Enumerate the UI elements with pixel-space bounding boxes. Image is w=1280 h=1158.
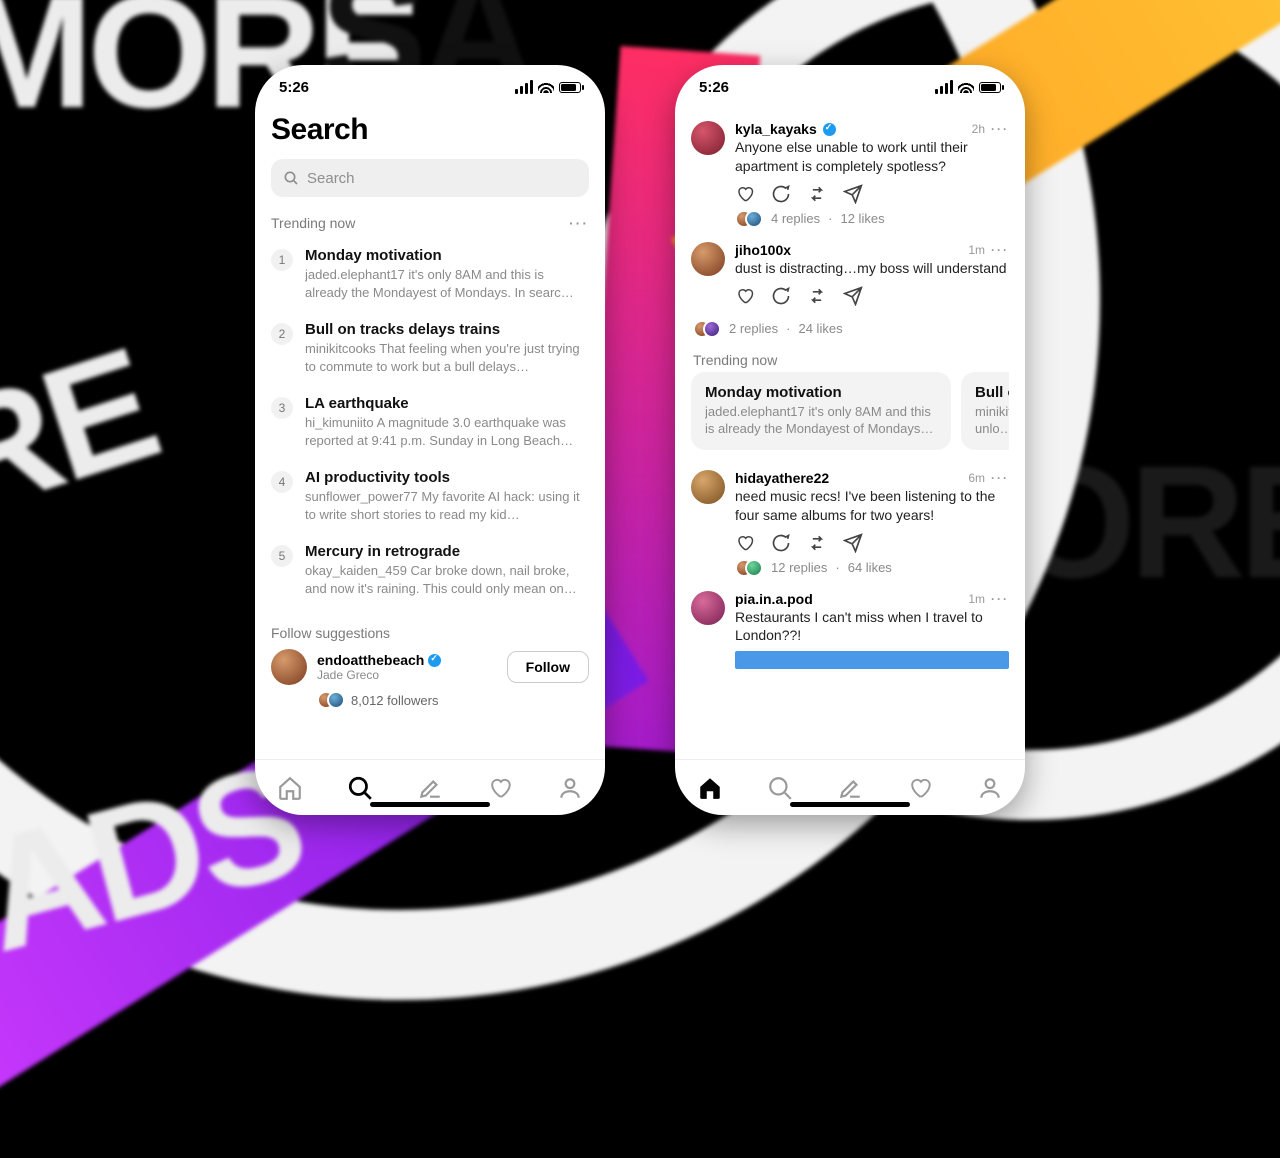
trend-item[interactable]: 2 Bull on tracks delays trains minikitco…: [271, 311, 589, 385]
cellular-icon: [935, 80, 953, 94]
post-username[interactable]: jiho100x: [735, 242, 791, 258]
wifi-icon: [958, 81, 974, 93]
share-icon[interactable]: [843, 184, 863, 204]
post[interactable]: pia.in.a.pod 1m ··· Restaurants I can't …: [691, 585, 1009, 678]
post[interactable]: hidayathere22 6m ··· need music recs! I'…: [691, 464, 1009, 585]
phone-search: 5:26 Search Search Trending now ··· 1 Mo…: [255, 65, 605, 815]
follow-button[interactable]: Follow: [507, 651, 589, 683]
tab-home[interactable]: [697, 775, 723, 801]
reply-icon[interactable]: [771, 533, 791, 553]
home-indicator[interactable]: [790, 802, 910, 807]
post-text: Anyone else unable to work until their a…: [735, 138, 1009, 176]
status-time: 5:26: [699, 79, 729, 96]
tab-search[interactable]: [767, 775, 793, 801]
tab-search[interactable]: [347, 775, 373, 801]
replies-count[interactable]: 4 replies: [771, 211, 820, 226]
trend-card[interactable]: Monday motivation jaded.elephant17 it's …: [691, 372, 951, 450]
avatar: [271, 649, 307, 685]
tab-activity[interactable]: [907, 775, 933, 801]
trending-label: Trending now: [693, 352, 1009, 368]
phone-feed: 5:26 kyla_kayaks 2h ··· Anyone else unab…: [675, 65, 1025, 815]
verified-icon: [428, 654, 441, 667]
wifi-icon: [538, 81, 554, 93]
post-username[interactable]: kyla_kayaks: [735, 121, 817, 137]
post[interactable]: kyla_kayaks 2h ··· Anyone else unable to…: [691, 115, 1009, 236]
post-time: 1m: [968, 592, 985, 606]
tab-compose[interactable]: [417, 775, 443, 801]
reply-icon[interactable]: [771, 184, 791, 204]
repost-icon[interactable]: [807, 533, 827, 553]
like-icon[interactable]: [735, 286, 755, 306]
trend-item[interactable]: 5 Mercury in retrograde okay_kaiden_459 …: [271, 533, 589, 607]
tab-home[interactable]: [277, 775, 303, 801]
tab-compose[interactable]: [837, 775, 863, 801]
likes-count[interactable]: 64 likes: [848, 560, 892, 575]
avatar[interactable]: [691, 470, 725, 504]
trending-label: Trending now: [271, 215, 355, 231]
tab-profile[interactable]: [557, 775, 583, 801]
search-placeholder: Search: [307, 170, 355, 187]
verified-icon: [823, 123, 836, 136]
post-time: 2h: [972, 122, 985, 136]
trend-item[interactable]: 1 Monday motivation jaded.elephant17 it'…: [271, 237, 589, 311]
more-icon[interactable]: ···: [569, 215, 589, 231]
tab-profile[interactable]: [977, 775, 1003, 801]
suggestion-name: Jade Greco: [317, 668, 497, 682]
avatar[interactable]: [691, 591, 725, 625]
post[interactable]: jiho100x 1m ··· dust is distracting…my b…: [691, 236, 1009, 314]
status-bar: 5:26: [675, 65, 1025, 109]
trend-item[interactable]: 4 AI productivity tools sunflower_power7…: [271, 459, 589, 533]
more-icon[interactable]: ···: [991, 592, 1009, 606]
search-icon: [283, 170, 299, 186]
reply-icon[interactable]: [771, 286, 791, 306]
likes-count[interactable]: 24 likes: [798, 321, 842, 336]
trend-card[interactable]: Bull on minikitc up unlo…: [961, 372, 1009, 450]
search-input[interactable]: Search: [271, 159, 589, 197]
more-icon[interactable]: ···: [991, 122, 1009, 136]
trend-rank: 1: [271, 249, 293, 271]
like-icon[interactable]: [735, 533, 755, 553]
link-preview[interactable]: [735, 651, 1009, 669]
page-title: Search: [271, 113, 589, 147]
status-bar: 5:26: [255, 65, 605, 109]
status-time: 5:26: [279, 79, 309, 96]
replies-count[interactable]: 12 replies: [771, 560, 827, 575]
suggestion-username: endoatthebeach: [317, 652, 424, 668]
share-icon[interactable]: [843, 533, 863, 553]
tab-activity[interactable]: [487, 775, 513, 801]
post-username[interactable]: pia.in.a.pod: [735, 591, 813, 607]
post-text: dust is distracting…my boss will underst…: [735, 259, 1009, 278]
trending-carousel[interactable]: Monday motivation jaded.elephant17 it's …: [691, 372, 1009, 450]
more-icon[interactable]: ···: [991, 471, 1009, 485]
share-icon[interactable]: [843, 286, 863, 306]
trend-item[interactable]: 3 LA earthquake hi_kimuniito A magnitude…: [271, 385, 589, 459]
battery-icon: [559, 82, 581, 93]
post-time: 6m: [968, 471, 985, 485]
more-icon[interactable]: ···: [991, 243, 1009, 257]
like-icon[interactable]: [735, 184, 755, 204]
likes-count[interactable]: 12 likes: [840, 211, 884, 226]
avatar[interactable]: [691, 242, 725, 276]
post-text: Restaurants I can't miss when I travel t…: [735, 608, 1009, 646]
trend-title: Monday motivation: [305, 247, 589, 264]
suggestion-item[interactable]: endoatthebeach Jade Greco Follow: [271, 649, 589, 685]
post-time: 1m: [968, 243, 985, 257]
home-indicator[interactable]: [370, 802, 490, 807]
followers-count: 8,012 followers: [351, 693, 438, 708]
battery-icon: [979, 82, 1001, 93]
repost-icon[interactable]: [807, 184, 827, 204]
repost-icon[interactable]: [807, 286, 827, 306]
post-text: need music recs! I've been listening to …: [735, 487, 1009, 525]
replies-count[interactable]: 2 replies: [729, 321, 778, 336]
cellular-icon: [515, 80, 533, 94]
post-username[interactable]: hidayathere22: [735, 470, 829, 486]
suggestions-label: Follow suggestions: [271, 625, 390, 641]
avatar[interactable]: [691, 121, 725, 155]
